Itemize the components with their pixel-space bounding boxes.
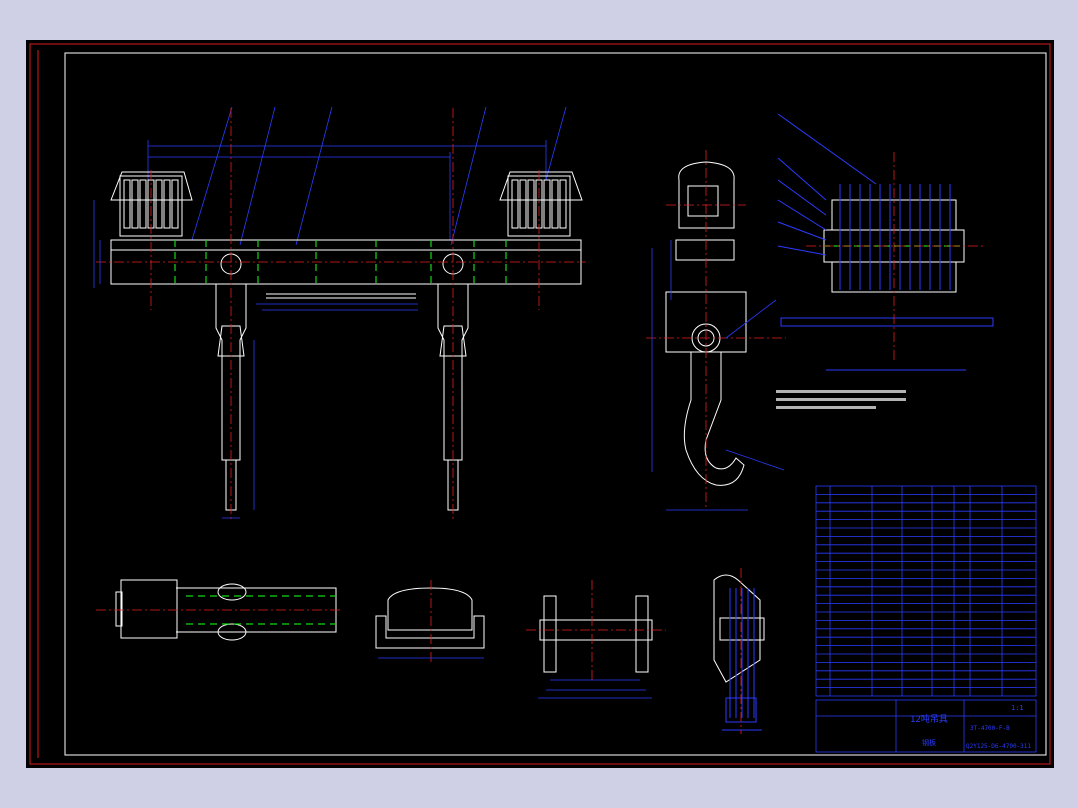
hook-view bbox=[646, 150, 906, 511]
hook-block-end-view bbox=[713, 568, 765, 734]
scale-value: 1:1 bbox=[1011, 704, 1024, 712]
outer-frame bbox=[29, 43, 1051, 765]
material-label: 钢板 bbox=[922, 738, 936, 747]
product-name: 12吨吊具 bbox=[910, 713, 948, 725]
top-view bbox=[96, 579, 341, 641]
cad-drawing-sheet: 12吨吊具 钢板 1:1 3T-4700-F-B Q2Y125-D6-4700-… bbox=[26, 40, 1054, 768]
section-a-a bbox=[375, 580, 485, 662]
front-view bbox=[93, 106, 586, 520]
bill-of-materials-table bbox=[815, 485, 1037, 697]
cad-drawing[interactable]: 12吨吊具 钢板 1:1 3T-4700-F-B Q2Y125-D6-4700-… bbox=[26, 40, 1054, 768]
sub-number: 3T-4700-F-B bbox=[970, 725, 1010, 732]
section-b-b bbox=[526, 580, 666, 699]
title-block: 12吨吊具 钢板 1:1 3T-4700-F-B Q2Y125-D6-4700-… bbox=[815, 699, 1037, 753]
pulley-section-view bbox=[777, 113, 994, 371]
drawing-number: Q2Y125-D6-4700-311 bbox=[966, 743, 1031, 750]
bom-outline bbox=[815, 485, 1037, 697]
